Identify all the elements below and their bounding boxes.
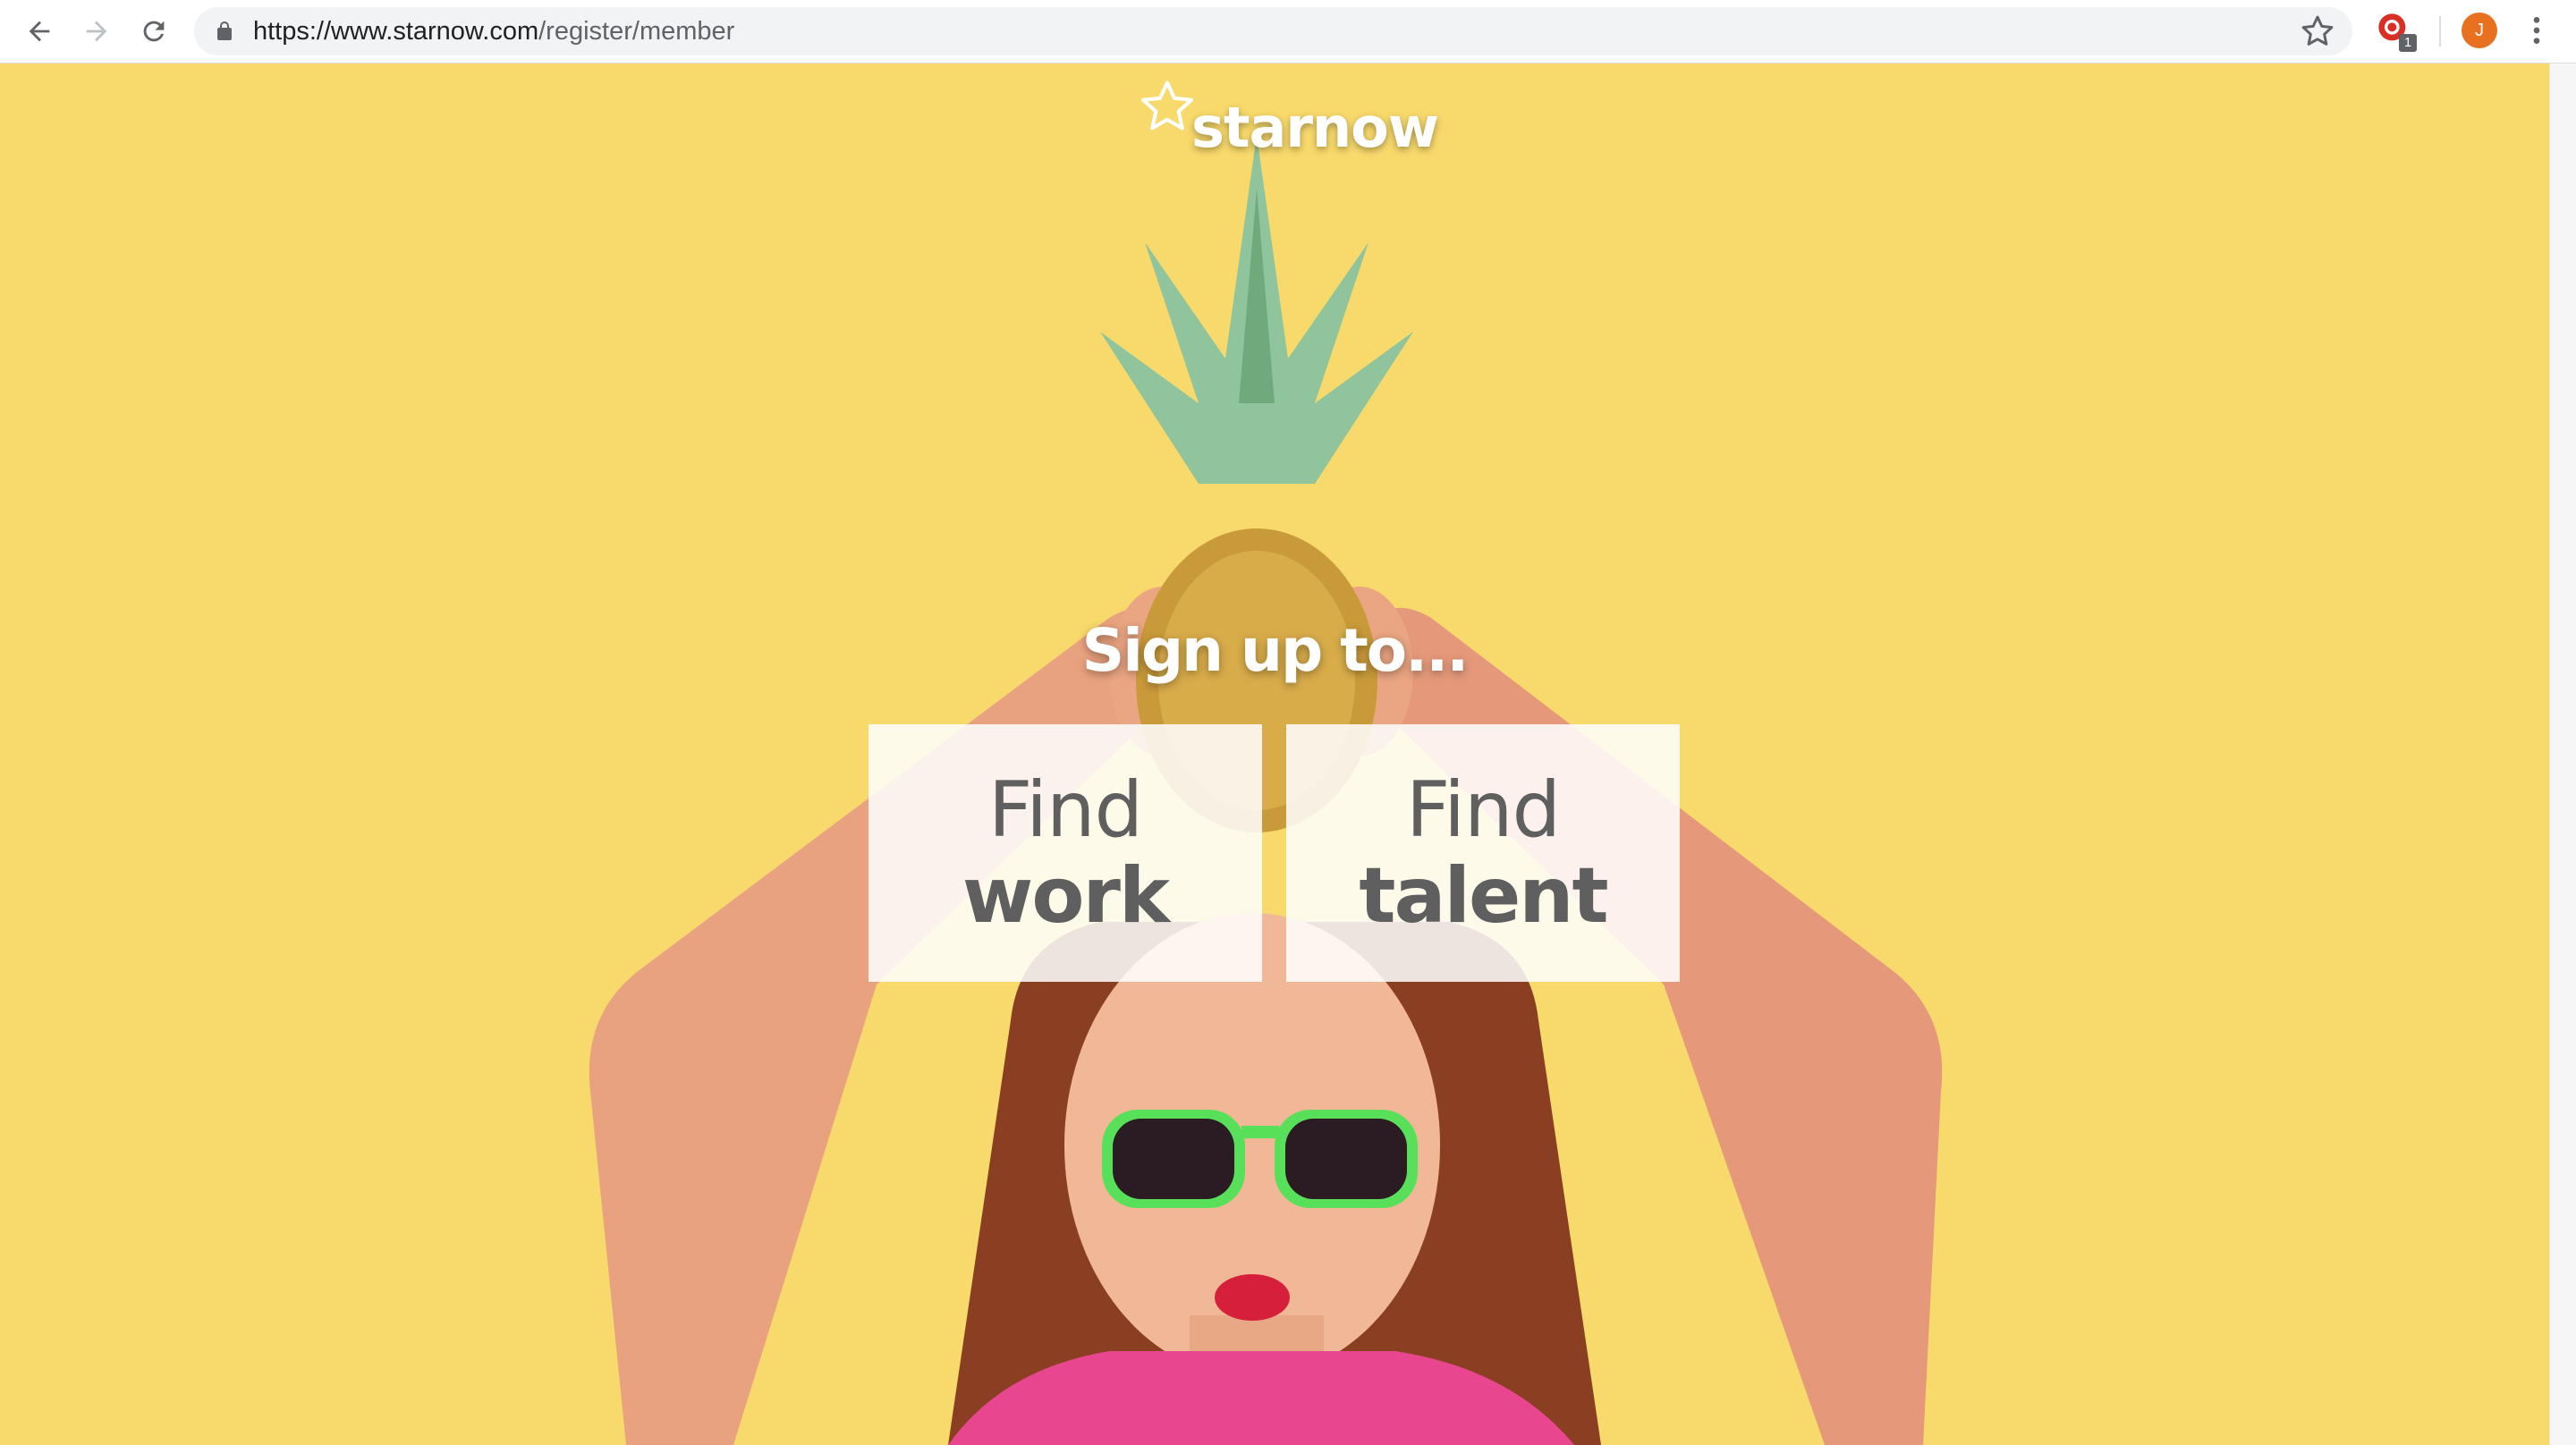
url-host: https://www.starnow.com bbox=[253, 17, 539, 46]
profile-avatar[interactable]: J bbox=[2462, 13, 2497, 48]
logo-text: starnow bbox=[1191, 95, 1439, 160]
find-talent-line2: talent bbox=[1359, 851, 1608, 941]
find-work-button[interactable]: Find work bbox=[869, 724, 1262, 982]
browser-window: https://www.starnow.com/register/member … bbox=[0, 0, 2576, 1445]
browser-toolbar: https://www.starnow.com/register/member … bbox=[0, 0, 2576, 63]
url-path: /register/member bbox=[538, 17, 735, 46]
url-text: https://www.starnow.com/register/member bbox=[253, 7, 734, 55]
find-talent-line1: Find bbox=[1405, 765, 1561, 855]
extension-badge: 1 bbox=[2399, 34, 2417, 52]
starnow-logo[interactable]: starnow bbox=[1136, 80, 1439, 160]
find-work-line1: Find bbox=[987, 765, 1143, 855]
extension-button[interactable]: 1 bbox=[2376, 11, 2419, 54]
reload-icon bbox=[143, 21, 165, 42]
hero-background-image bbox=[589, 135, 1943, 1445]
forward-button[interactable] bbox=[75, 10, 118, 53]
star-logo-icon bbox=[1140, 80, 1194, 131]
back-icon bbox=[29, 21, 50, 42]
forward-icon bbox=[86, 21, 107, 42]
lock-icon bbox=[217, 21, 232, 40]
kebab-menu-icon[interactable] bbox=[2519, 13, 2555, 48]
signup-headline: Sign up to... bbox=[1081, 616, 1470, 685]
reload-button[interactable] bbox=[132, 10, 175, 53]
toolbar-divider bbox=[2439, 16, 2441, 46]
find-talent-button[interactable]: Find talent bbox=[1286, 724, 1680, 982]
page-scrollbar[interactable] bbox=[2549, 63, 2576, 1445]
find-work-line2: work bbox=[962, 851, 1170, 941]
bookmark-star-icon[interactable] bbox=[2300, 13, 2335, 49]
address-bar[interactable]: https://www.starnow.com/register/member bbox=[194, 7, 2352, 55]
back-button[interactable] bbox=[18, 10, 61, 53]
page-viewport: starnow Sign up to... Find work Find tal… bbox=[0, 63, 2549, 1445]
